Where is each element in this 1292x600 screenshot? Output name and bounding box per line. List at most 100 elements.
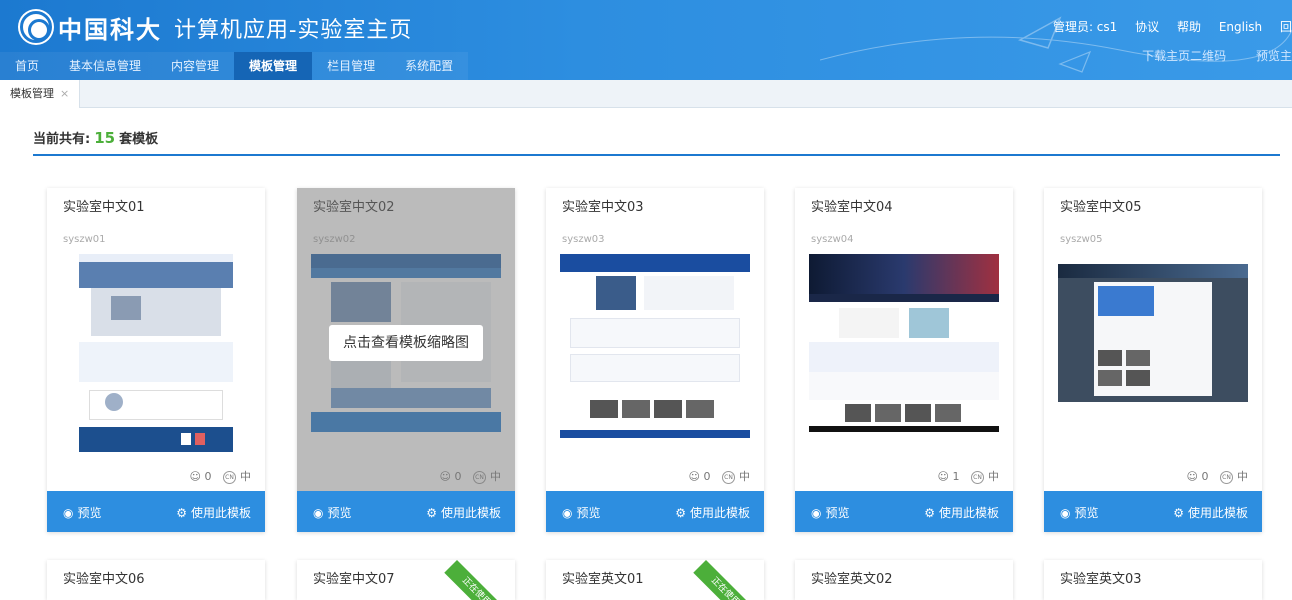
card-actions: ◉ 预览 ⚙ 使用此模板 — [795, 491, 1013, 532]
preview-label: 预览 — [1074, 506, 1099, 520]
user-icon: ☺ — [189, 470, 201, 483]
card-name: 实验室英文02 — [811, 572, 893, 587]
lang-label: 中 — [988, 470, 999, 483]
card-code: syszw03 — [562, 234, 605, 245]
template-thumbnail[interactable] — [61, 252, 251, 452]
gear-icon: ⚙ — [176, 506, 187, 520]
gear-icon: ⚙ — [1173, 506, 1184, 520]
use-template-button[interactable]: ⚙ 使用此模板 — [675, 504, 750, 521]
use-template-button[interactable]: ⚙ 使用此模板 — [176, 504, 251, 521]
preview-button[interactable]: ◉ 预览 — [562, 504, 601, 521]
help-link[interactable]: 帮助 — [1177, 20, 1201, 34]
template-card[interactable]: 实验室中文03 syszw03 ☺ 0 CN 中 ◉ 预览 ⚙ 使用此模板 — [546, 188, 764, 532]
usage-count: 0 — [703, 470, 711, 483]
lang-label: 中 — [739, 470, 750, 483]
nav-basic-info[interactable]: 基本信息管理 — [54, 52, 157, 80]
card-actions: ◉ 预览 ⚙ 使用此模板 — [47, 491, 265, 532]
agreement-link[interactable]: 协议 — [1135, 20, 1159, 34]
template-card[interactable]: 实验室中文05 syszw05 ☺ 0 CN 中 ◉ 预览 ⚙ 使用此模板 — [1044, 188, 1262, 532]
preview-button[interactable]: ◉ 预览 — [811, 504, 850, 521]
use-template-button[interactable]: ⚙ 使用此模板 — [1173, 504, 1248, 521]
nav-column[interactable]: 栏目管理 — [312, 52, 391, 80]
in-use-ribbon: 正在使用 — [444, 560, 508, 600]
card-meta: ☺ 0 CN 中 — [190, 468, 251, 484]
use-template-button[interactable]: ⚙ 使用此模板 — [924, 504, 999, 521]
use-label: 使用此模板 — [689, 506, 750, 520]
use-template-button[interactable]: ⚙ 使用此模板 — [426, 504, 501, 521]
card-actions: ◉ 预览 ⚙ 使用此模板 — [297, 491, 515, 532]
preview-label: 预览 — [327, 506, 352, 520]
gear-icon: ⚙ — [675, 506, 686, 520]
template-card[interactable]: 实验室中文01 syszw01 ☺ 0 CN 中 ◉ 预览 ⚙ 使用此模板 — [47, 188, 265, 532]
preview-label: 预览 — [576, 506, 601, 520]
eye-icon: ◉ — [562, 506, 573, 520]
back-link[interactable]: 回 — [1280, 20, 1292, 34]
logo-text: 中国科大 — [58, 15, 162, 44]
usage-count: 1 — [952, 470, 960, 483]
preview-button[interactable]: ◉ 预览 — [63, 504, 102, 521]
cn-badge-icon: CN — [971, 470, 984, 484]
use-label: 使用此模板 — [440, 506, 501, 520]
user-icon: ☺ — [937, 470, 949, 483]
gear-icon: ⚙ — [426, 506, 437, 520]
preview-button[interactable]: ◉ 预览 — [1060, 504, 1099, 521]
card-actions: ◉ 预览 ⚙ 使用此模板 — [1044, 491, 1262, 532]
template-card[interactable]: 实验室中文04 syszw04 ☺ 1 CN 中 ◉ 预览 ⚙ 使用此模板 — [795, 188, 1013, 532]
card-name: 实验室英文03 — [1060, 572, 1142, 587]
preview-button[interactable]: ◉ 预览 — [313, 504, 352, 521]
card-meta: ☺ 0 CN 中 — [689, 468, 750, 484]
main-nav: 首页 基本信息管理 内容管理 模板管理 栏目管理 系统配置 — [0, 52, 469, 80]
nav-template[interactable]: 模板管理 — [234, 52, 313, 80]
card-meta: ☺ 1 CN 中 — [938, 468, 999, 484]
user-icon: ☺ — [1186, 470, 1198, 483]
card-name: 实验室英文01 — [562, 572, 644, 587]
tab-label: 模板管理 — [10, 87, 54, 100]
template-card[interactable]: 实验室中文07 正在使用 — [297, 560, 515, 600]
card-actions: ◉ 预览 ⚙ 使用此模板 — [546, 491, 764, 532]
view-thumbnail-tip[interactable]: 点击查看模板缩略图 — [329, 325, 483, 361]
template-count: 当前共有: 15 套模板 — [33, 128, 158, 147]
card-code: syszw01 — [63, 234, 106, 245]
english-link[interactable]: English — [1219, 20, 1262, 34]
preview-label: 预览 — [825, 506, 850, 520]
close-icon[interactable]: × — [60, 87, 69, 100]
preview-home-link[interactable]: 预览主 — [1256, 49, 1292, 63]
cn-badge-icon: CN — [223, 470, 236, 484]
template-card[interactable]: 实验室中文02 syszw02 ☺ 0 CN中 点击查看模板缩略图 ◉预览 ⚙使… — [297, 188, 515, 532]
cn-badge-icon: CN — [722, 470, 735, 484]
top-links: 管理员: cs1 协议 帮助 English 回 — [1039, 18, 1292, 35]
eye-icon: ◉ — [1060, 506, 1071, 520]
card-code: syszw05 — [1060, 234, 1103, 245]
ustc-logo[interactable] — [20, 11, 52, 43]
tab-template-manage[interactable]: 模板管理 × — [0, 80, 81, 108]
use-label: 使用此模板 — [1187, 506, 1248, 520]
template-thumbnail[interactable] — [560, 252, 750, 452]
card-name: 实验室中文07 — [313, 572, 395, 587]
paper-plane-decoration — [820, 16, 1292, 73]
template-card[interactable]: 实验室英文03 — [1044, 560, 1262, 600]
app-title: 计算机应用-实验室主页 — [174, 18, 413, 43]
use-label: 使用此模板 — [190, 506, 251, 520]
lang-label: 中 — [240, 470, 251, 483]
in-use-ribbon: 正在使用 — [693, 560, 757, 600]
lang-label: 中 — [1237, 470, 1248, 483]
download-qrcode-link[interactable]: 下载主页二维码 — [1142, 49, 1226, 63]
nav-system-config[interactable]: 系统配置 — [390, 52, 469, 80]
eye-icon: ◉ — [811, 506, 822, 520]
count-prefix: 当前共有: — [33, 132, 91, 147]
card-name: 实验室中文05 — [1060, 200, 1142, 215]
eye-icon: ◉ — [63, 506, 74, 520]
nav-home[interactable]: 首页 — [0, 52, 55, 80]
tab-strip: 模板管理 × — [0, 80, 1292, 108]
preview-label: 预览 — [77, 506, 102, 520]
template-thumbnail[interactable] — [809, 252, 999, 452]
template-card[interactable]: 实验室英文01 正在使用 — [546, 560, 764, 600]
template-card[interactable]: 实验室中文06 — [47, 560, 265, 600]
template-card[interactable]: 实验室英文02 — [795, 560, 1013, 600]
user-icon: ☺ — [688, 470, 700, 483]
eye-icon: ◉ — [313, 506, 324, 520]
template-thumbnail[interactable] — [1058, 252, 1248, 452]
gear-icon: ⚙ — [924, 506, 935, 520]
nav-content[interactable]: 内容管理 — [156, 52, 235, 80]
cn-badge-icon: CN — [1220, 470, 1233, 484]
